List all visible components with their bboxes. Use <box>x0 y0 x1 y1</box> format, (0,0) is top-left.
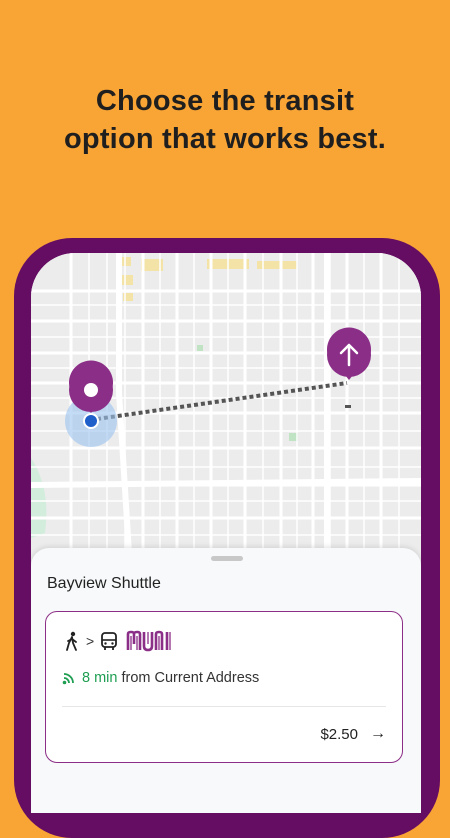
headline: Choose the transit option that works bes… <box>0 82 450 158</box>
bottom-sheet[interactable]: Bayview Shuttle > 8 min from Current Add… <box>31 548 421 813</box>
fare-amount: $2.50 <box>320 725 358 743</box>
walk-icon <box>66 631 77 651</box>
card-divider <box>62 706 386 707</box>
route-legs: > <box>64 628 172 654</box>
route-option-card[interactable]: > 8 min from Current Address $2.50 → <box>45 611 403 763</box>
phone-screen: Bayview Shuttle > 8 min from Current Add… <box>31 253 421 813</box>
sheet-drag-handle[interactable] <box>211 556 243 561</box>
muni-logo <box>126 630 171 652</box>
bus-icon <box>101 632 118 650</box>
eta-suffix: from Current Address <box>121 670 260 686</box>
sheet-title: Bayview Shuttle <box>47 575 161 592</box>
headline-line-1: Choose the transit <box>95 85 355 117</box>
live-signal-icon <box>62 673 74 685</box>
headline-line-2: option that works best. <box>64 123 386 155</box>
arrow-right-icon[interactable]: → <box>370 725 386 743</box>
eta-minutes: 8 min <box>82 670 118 686</box>
location-pin-icon[interactable] <box>69 360 114 413</box>
eta-row: 8 min from Current Address <box>62 670 259 686</box>
leg-separator: > <box>86 633 95 649</box>
map-vehicle-marker <box>345 405 351 408</box>
fare-row[interactable]: $2.50 → <box>320 725 386 743</box>
